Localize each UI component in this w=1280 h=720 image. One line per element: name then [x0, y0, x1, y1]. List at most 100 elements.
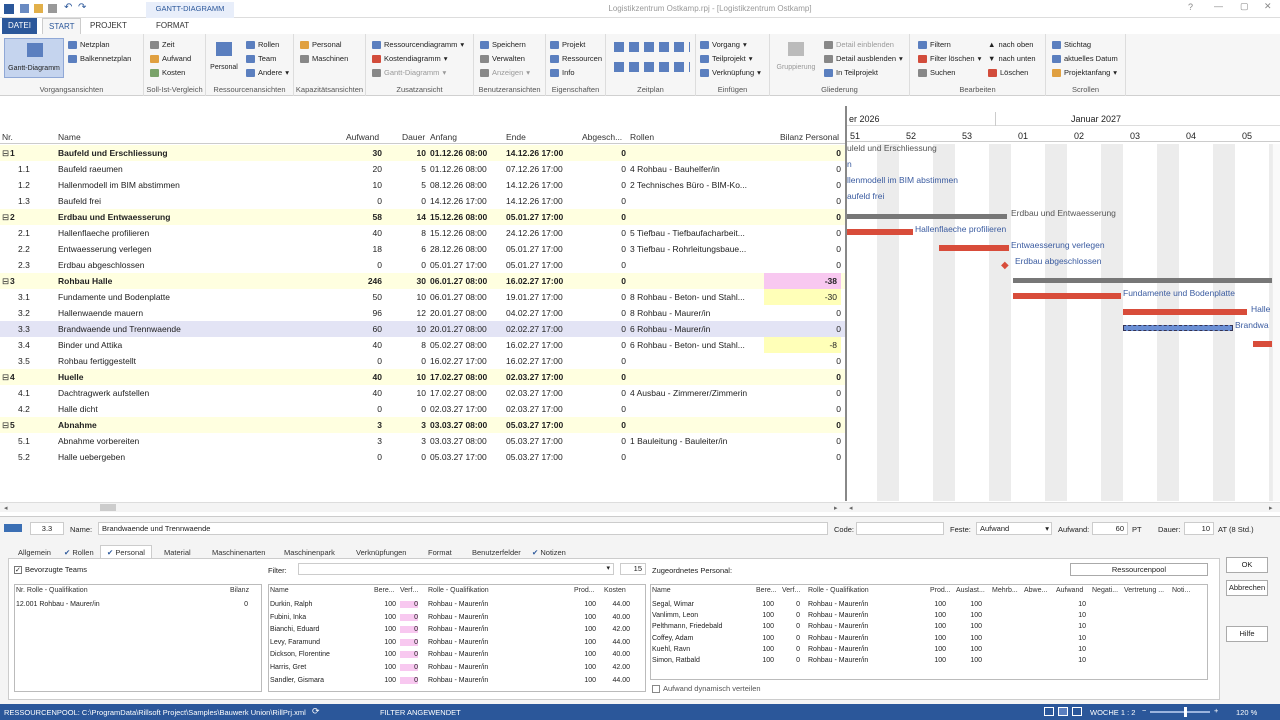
assigned-cell[interactable]: 100: [956, 657, 982, 664]
cell-dauer[interactable]: 3: [384, 420, 426, 430]
cell-abg[interactable]: 0: [582, 388, 626, 398]
pool-cell[interactable]: 100: [374, 626, 396, 633]
assigned-cell[interactable]: 0: [782, 623, 800, 630]
cell-bilanz[interactable]: 0: [764, 436, 841, 446]
cell-anfang[interactable]: 17.02.27 08:00: [430, 388, 504, 398]
suchen-button[interactable]: Suchen: [918, 68, 955, 77]
assigned-cell[interactable]: 10: [1056, 601, 1086, 608]
task-bar[interactable]: [1013, 293, 1121, 299]
cell-name[interactable]: Entwaesserung verlegen: [58, 244, 318, 254]
maximize-icon[interactable]: ▢: [1240, 1, 1249, 12]
cell-rollen[interactable]: 2 Technisches Büro - BIM-Ko...: [630, 180, 760, 190]
assigned-cell[interactable]: 100: [756, 612, 774, 619]
cell-anfang[interactable]: 03.03.27 08:00: [430, 436, 504, 446]
cell-dauer[interactable]: 14: [384, 212, 426, 222]
cell-aufwand[interactable]: 50: [320, 292, 382, 302]
task-row[interactable]: 3.5 Rohbau fertiggestellt 0 0 16.02.27 17:00…: [0, 353, 845, 369]
assigned-header[interactable]: Rolle - Qualifikation: [808, 587, 869, 594]
pool-cell[interactable]: 100: [574, 614, 596, 621]
cell-abg[interactable]: 0: [582, 404, 626, 414]
cell-name[interactable]: Hallenmodell im BIM abstimmen: [58, 180, 318, 190]
view-normal-icon[interactable]: [1044, 707, 1054, 716]
zoom-plus-icon[interactable]: +: [1214, 706, 1218, 715]
cell-name[interactable]: Hallenwaende mauern: [58, 308, 318, 318]
pool-cell[interactable]: 100: [374, 677, 396, 684]
task-row[interactable]: 1.1 Baufeld raeumen 20 5 01.12.26 08:00 07.12…: [0, 161, 845, 177]
task-bar[interactable]: [847, 229, 913, 235]
cell-aufwand[interactable]: 40: [320, 388, 382, 398]
assigned-cell[interactable]: Segal, Wimar: [652, 601, 694, 608]
collapse-toggle-icon[interactable]: ⊟: [2, 276, 9, 287]
zeit-button[interactable]: Zeit: [150, 40, 175, 49]
cell-anfang[interactable]: 08.12.26 08:00: [430, 180, 504, 190]
pool-cell[interactable]: 100: [574, 664, 596, 671]
col-anfang[interactable]: Anfang: [430, 132, 457, 142]
summary-row[interactable]: ⊟ 5 Abnahme 3 3 03.03.27 08:00 05.03.27 17:00 0…: [0, 417, 845, 433]
cell-nr[interactable]: 2.1: [18, 228, 54, 238]
pool-cell[interactable]: 0: [400, 626, 418, 634]
assigned-cell[interactable]: 100: [756, 601, 774, 608]
pool-cell[interactable]: 0: [400, 676, 418, 684]
assigned-header[interactable]: Verf...: [782, 587, 800, 594]
cell-aufwand[interactable]: 0: [320, 196, 382, 206]
col-aufwand[interactable]: Aufwand: [346, 132, 379, 142]
pool-cell[interactable]: Rohbau - Maurer/in: [428, 651, 488, 658]
bevorzugte-teams-checkbox[interactable]: ✓ Bevorzugte Teams: [14, 565, 87, 574]
task-row[interactable]: 3.3 Brandwaende und Trennwaende 60 10 20.01.…: [0, 321, 845, 337]
task-bar[interactable]: [939, 245, 1009, 251]
summary-row[interactable]: ⊟ 2 Erdbau und Entwaesserung 58 14 15.12.26 0…: [0, 209, 845, 225]
detail-name-field[interactable]: Brandwaende und Trennwaende: [98, 522, 828, 535]
cell-anfang[interactable]: 20.01.27 08:00: [430, 308, 504, 318]
scroll-left-icon[interactable]: ◂: [849, 504, 853, 512]
cell-bilanz[interactable]: 0: [764, 372, 841, 382]
scroll-thumb[interactable]: [100, 504, 116, 511]
assigned-cell[interactable]: Rohbau - Maurer/in: [808, 612, 868, 619]
cell-nr[interactable]: 2.2: [18, 244, 54, 254]
pool-cell[interactable]: Rohbau - Maurer/in: [428, 639, 488, 646]
projekt-button[interactable]: Projekt: [550, 40, 585, 49]
cell-bilanz[interactable]: 0: [764, 148, 841, 158]
pool-cell[interactable]: 40.00: [604, 651, 630, 658]
assigned-cell[interactable]: Rohbau - Maurer/in: [808, 646, 868, 653]
cell-name[interactable]: Halle uebergeben: [58, 452, 318, 462]
zoom-slider[interactable]: [1150, 707, 1210, 717]
verwalten-button[interactable]: Verwalten: [480, 54, 525, 63]
cell-bilanz[interactable]: 0: [764, 308, 841, 318]
tab-start[interactable]: START: [42, 18, 82, 34]
pool-header[interactable]: Verf...: [400, 587, 418, 594]
cell-bilanz[interactable]: 0: [764, 404, 841, 414]
vorgang-button[interactable]: Vorgang ▾: [700, 40, 747, 49]
cell-name[interactable]: Baufeld frei: [58, 196, 318, 206]
cell-bilanz[interactable]: -30: [764, 289, 841, 305]
cell-name[interactable]: Rohbau fertiggestellt: [58, 356, 318, 366]
info-button[interactable]: Info: [550, 68, 575, 77]
cell-ende[interactable]: 05.01.27 17:00: [506, 260, 580, 270]
pool-cell[interactable]: Fubini, Inka: [270, 614, 306, 621]
cell-nr[interactable]: 3.5: [18, 356, 54, 366]
tab-notizen[interactable]: ✔ Notizen: [532, 548, 566, 557]
ressourcendiagramm-button[interactable]: Ressourcendiagramm ▾: [372, 40, 464, 49]
grid-hscrollbar[interactable]: ◂ ▸: [0, 502, 845, 512]
task-row[interactable]: 2.1 Hallenflaeche profilieren 40 8 15.12.26 …: [0, 225, 845, 241]
assigned-cell[interactable]: Rohbau - Maurer/in: [808, 657, 868, 664]
cell-dauer[interactable]: 5: [384, 164, 426, 174]
cell-nr[interactable]: 3.4: [18, 340, 54, 350]
milestone-icon[interactable]: ◆: [1001, 260, 1009, 271]
detail-code-field[interactable]: [856, 522, 944, 535]
kostendiagramm-button[interactable]: Kostendiagramm ▾: [372, 54, 447, 63]
detail-einblenden-button[interactable]: Detail einblenden: [824, 40, 894, 49]
cell-abg[interactable]: 0: [582, 436, 626, 446]
cell-rollen[interactable]: 5 Tiefbau - Tiefbaufacharbeit...: [630, 228, 760, 238]
filtern-button[interactable]: Filtern: [918, 40, 951, 49]
cell-name[interactable]: Erdbau und Entwaesserung: [58, 212, 318, 222]
tab-format[interactable]: FORMAT: [150, 18, 195, 34]
assigned-header[interactable]: Prod...: [930, 587, 951, 594]
cell-nr[interactable]: 1.2: [18, 180, 54, 190]
cell-dauer[interactable]: 0: [384, 196, 426, 206]
cell-nr[interactable]: 4.2: [18, 404, 54, 414]
cell-ende[interactable]: 14.12.26 17:00: [506, 180, 580, 190]
gantt-vscrollbar[interactable]: [1272, 144, 1280, 501]
cell-bilanz[interactable]: 0: [764, 356, 841, 366]
pool-cell[interactable]: Dickson, Florentine: [270, 651, 330, 658]
cell-nr[interactable]: 5.1: [18, 436, 54, 446]
